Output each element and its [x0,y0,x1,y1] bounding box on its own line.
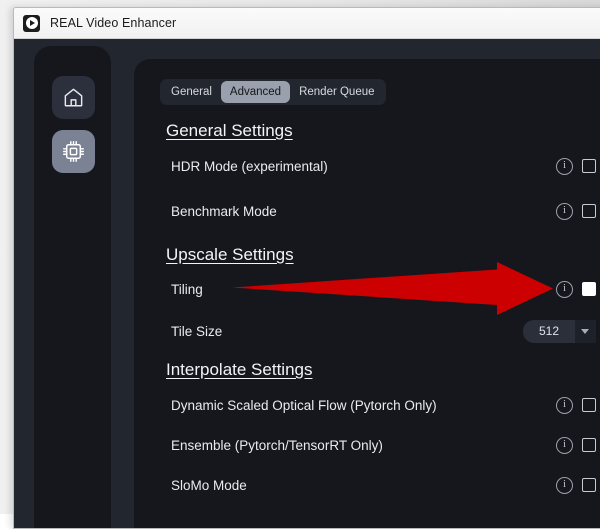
setting-row-slomo-mode: SloMo Mode i [166,474,596,496]
setting-label-tile-size: Tile Size [171,323,223,339]
tab-general[interactable]: General [162,81,221,103]
setting-controls: 512 [523,319,596,343]
tab-advanced[interactable]: Advanced [220,81,291,103]
setting-row-benchmark-mode: Benchmark Mode i [166,200,596,222]
content-panel: General Advanced Render Queue General Se… [134,59,600,528]
play-icon-ring [25,17,38,29]
settings-list: General Settings HDR Mode (experimental)… [134,117,600,528]
setting-label-benchmark-mode: Benchmark Mode [171,203,277,219]
info-icon-tiling[interactable]: i [556,280,573,298]
chevron-down-icon [581,328,589,334]
setting-label-tiling: Tiling [171,281,203,297]
desktop-backdrop: REAL Video Enhancer General Advanced Ren… [0,0,600,529]
setting-label-ensemble: Ensemble (Pytorch/TensorRT Only) [171,437,383,453]
setting-label-dynamic-scaled-optical-flow: Dynamic Scaled Optical Flow (Pytorch Onl… [171,397,437,413]
setting-controls: i [556,202,596,220]
info-icon-ensemble[interactable]: i [556,436,573,454]
checkbox-tiling[interactable] [582,282,596,296]
setting-controls: i [556,157,596,175]
title-bar: REAL Video Enhancer [14,8,600,39]
checkbox-slomo-mode[interactable] [582,478,596,492]
setting-controls: i [556,476,596,494]
sidebar [34,46,111,528]
play-triangle [29,20,35,26]
checkbox-ensemble[interactable] [582,438,596,452]
checkbox-dynamic-scaled-optical-flow[interactable] [582,398,596,412]
checkbox-hdr-mode[interactable] [582,159,596,173]
setting-label-slomo-mode: SloMo Mode [171,477,247,493]
setting-label-hdr-mode: HDR Mode (experimental) [171,158,328,174]
sidebar-item-home[interactable] [52,76,95,119]
info-icon-slomo-mode[interactable]: i [556,476,573,494]
tab-render-queue[interactable]: Render Queue [290,81,383,103]
setting-row-tiling: Tiling i [166,278,596,300]
setting-row-ensemble: Ensemble (Pytorch/TensorRT Only) i [166,434,596,456]
window-title: REAL Video Enhancer [50,16,177,30]
info-icon-benchmark-mode[interactable]: i [556,202,573,220]
setting-controls: i [556,436,596,454]
app-body: General Advanced Render Queue General Se… [14,39,600,528]
section-heading-interpolate-settings: Interpolate Settings [166,360,313,379]
application-window: REAL Video Enhancer General Advanced Ren… [13,7,600,529]
home-icon [62,86,85,109]
sidebar-item-processing[interactable] [52,130,95,173]
setting-row-hdr-mode: HDR Mode (experimental) i [166,155,596,177]
info-icon-hdr-mode[interactable]: i [556,157,573,175]
tab-bar: General Advanced Render Queue [160,79,386,105]
play-circle-icon [23,14,40,32]
setting-controls: i [556,280,596,298]
checkbox-benchmark-mode[interactable] [582,204,596,218]
dropdown-tile-size-arrow[interactable] [574,319,596,343]
section-heading-upscale-settings: Upscale Settings [166,245,294,264]
cpu-chip-icon [61,139,86,164]
setting-row-dynamic-scaled-optical-flow: Dynamic Scaled Optical Flow (Pytorch Onl… [166,394,596,416]
section-heading-general-settings: General Settings [166,121,293,140]
info-icon-dynamic-scaled-optical-flow[interactable]: i [556,396,573,414]
setting-controls: i [556,396,596,414]
dropdown-tile-size[interactable]: 512 [523,319,575,343]
setting-row-tile-size: Tile Size 512 [166,319,596,343]
